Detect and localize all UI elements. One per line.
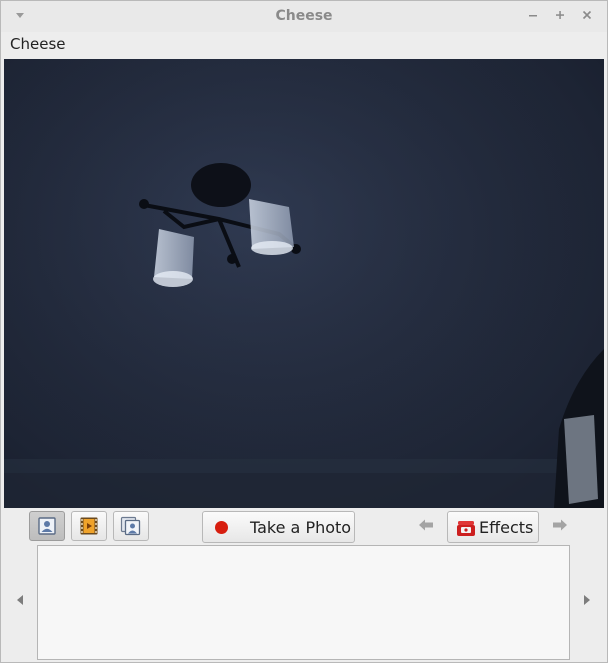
take-photo-label: Take a Photo [250,518,352,537]
title-bar: Cheese [1,1,607,32]
video-mode-icon [80,517,98,535]
effects-prev-arrow-icon[interactable] [418,518,434,532]
photo-mode-icon [38,517,56,535]
take-photo-button[interactable]: Take a Photo [202,511,355,543]
minimize-button[interactable] [524,6,542,26]
record-dot-icon [215,521,228,534]
photo-mode-button[interactable] [29,511,65,541]
capture-toolbar: Take a Photo Effects [1,509,607,545]
camera-viewport [4,59,604,508]
thumbnail-view[interactable] [37,545,570,660]
effects-label: Effects [479,518,534,537]
close-button[interactable] [578,6,596,26]
maximize-icon [556,11,564,19]
burst-mode-icon [120,516,141,536]
close-icon [582,10,592,20]
webcam-feed-image [4,59,604,508]
thumbnails-scroll-right-icon[interactable] [582,593,592,607]
effects-next-arrow-icon[interactable] [552,518,568,532]
cheese-window: Cheese Cheese Take a Photo Effects [0,0,608,663]
minimize-icon [529,15,537,17]
window-title: Cheese [275,8,333,24]
thumbnails-scroll-left-icon[interactable] [15,593,25,607]
burst-mode-button[interactable] [113,511,149,541]
effects-button[interactable]: Effects [447,511,539,543]
menu-bar: Cheese [1,32,607,59]
maximize-button[interactable] [551,6,569,26]
effects-icon [457,521,475,536]
video-mode-button[interactable] [71,511,107,541]
menu-cheese[interactable]: Cheese [10,35,65,53]
